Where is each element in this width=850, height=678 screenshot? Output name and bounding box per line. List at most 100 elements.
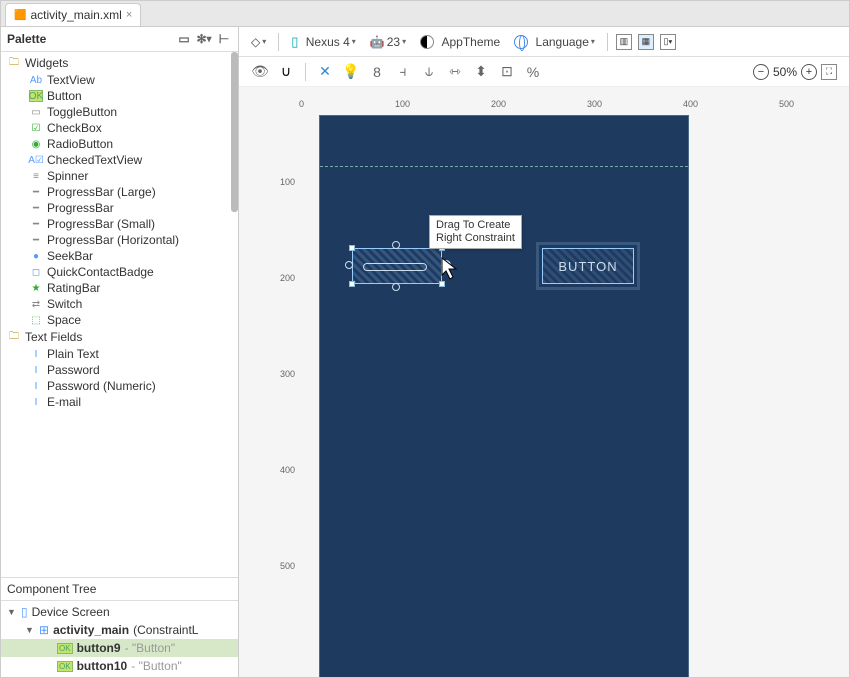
design-surface-button[interactable]: ◇▾	[247, 33, 270, 51]
widget-icon: ━	[29, 234, 43, 246]
language-label: Language	[536, 35, 589, 49]
layout-variant-2-button[interactable]: ▦	[638, 34, 654, 50]
constraint-anchor-left[interactable]	[345, 261, 353, 269]
api-picker[interactable]: 🤖23▾	[366, 33, 410, 51]
device-label: Nexus 4	[306, 35, 350, 49]
ruler-tick: 500	[779, 99, 794, 109]
palette-group[interactable]: 🗀Text Fields	[1, 328, 238, 346]
api-label: 23	[387, 35, 400, 49]
palette-item[interactable]: ━ProgressBar (Small)	[1, 216, 238, 232]
palette-item[interactable]: ⬚Space	[1, 312, 238, 328]
blueprint-surface[interactable]: BUTTON	[319, 115, 689, 677]
device-picker[interactable]: ▯ Nexus 4▾	[287, 32, 360, 52]
resize-handle[interactable]	[349, 245, 355, 251]
palette-item-label: Button	[47, 89, 82, 103]
palette-item[interactable]: AbTextView	[1, 72, 238, 88]
widget-icon: ━	[29, 202, 43, 214]
resize-handle[interactable]	[439, 281, 445, 287]
resize-handle[interactable]	[349, 281, 355, 287]
zoom-fit-button[interactable]: ⛶	[821, 64, 837, 80]
palette-group[interactable]: 🗀Widgets	[1, 54, 238, 72]
guideline-icon[interactable]: ⊡	[498, 63, 516, 81]
palette-item[interactable]: ◉RadioButton	[1, 136, 238, 152]
folder-icon: 🗀	[7, 331, 21, 343]
component-tree-title: Component Tree	[7, 582, 96, 596]
lightbulb-icon[interactable]: 💡	[342, 63, 360, 81]
layout-variant-3-button[interactable]: ▯▾	[660, 34, 676, 50]
ruler-tick: 100	[280, 177, 295, 187]
component-tree-layout[interactable]: ▼ ⊞ activity_main (ConstraintL	[1, 621, 238, 639]
constraint-anchor-bottom[interactable]	[392, 283, 400, 291]
tab-activity-main[interactable]: 🟧 activity_main.xml ×	[5, 3, 141, 26]
expand-h-icon[interactable]: ⇿	[446, 63, 464, 81]
palette-item[interactable]: IPlain Text	[1, 346, 238, 362]
close-icon[interactable]: ×	[126, 9, 132, 21]
button-widget-icon: OK	[57, 661, 73, 672]
palette-item[interactable]: OKButton	[1, 88, 238, 104]
palette-item[interactable]: IPassword (Numeric)	[1, 378, 238, 394]
android-icon: 🤖	[370, 35, 385, 49]
palette-item-label: ProgressBar (Horizontal)	[47, 233, 179, 247]
palette-item[interactable]: IE-mail	[1, 394, 238, 410]
constraint-tooltip: Drag To Create Right Constraint	[429, 215, 522, 249]
palette-item[interactable]: ⇄Switch	[1, 296, 238, 312]
theme-picker[interactable]: AppTheme	[416, 33, 504, 51]
palette-item[interactable]: ━ ProgressBar	[1, 200, 238, 216]
magnet-icon[interactable]: ∪	[277, 63, 295, 81]
palette-item[interactable]: IPassword	[1, 362, 238, 378]
palette-item-label: TextView	[47, 73, 95, 87]
palette-item[interactable]: ▭ToggleButton	[1, 104, 238, 120]
component-tree-item[interactable]: OKbutton9 - "Button"	[1, 639, 238, 657]
default-margin[interactable]: 8	[368, 63, 386, 81]
palette-item[interactable]: ≡Spinner	[1, 168, 238, 184]
widget-icon: ●	[29, 250, 43, 262]
palette-item-label: ProgressBar	[47, 201, 114, 215]
selected-widget-button9[interactable]	[352, 248, 442, 284]
zoom-out-button[interactable]: −	[753, 64, 769, 80]
palette-item[interactable]: ☑CheckBox	[1, 120, 238, 136]
palette-item[interactable]: ━ ProgressBar (Horizontal)	[1, 232, 238, 248]
palette-item[interactable]: ★RatingBar	[1, 280, 238, 296]
component-tree-header: Component Tree	[1, 577, 238, 601]
expand-v-icon[interactable]: ⬍	[472, 63, 490, 81]
component-name: button9	[77, 641, 121, 655]
palette-item-label: QuickContactBadge	[47, 265, 154, 279]
ruler-horizontal: 0100200300400500	[299, 99, 839, 113]
widget-icon: ◻	[29, 266, 43, 278]
percent-icon[interactable]: %	[524, 63, 542, 81]
tab-label: activity_main.xml	[30, 8, 121, 22]
component-tree-item[interactable]: OKbutton10 - "Button"	[1, 657, 238, 675]
widget-icon: ⇄	[29, 298, 43, 310]
language-picker[interactable]: Language▾	[510, 33, 599, 51]
design-toolbar-top: ◇▾ ▯ Nexus 4▾ 🤖23▾ AppTheme Language▾ ▥ …	[239, 27, 849, 57]
ruler-tick: 0	[299, 99, 304, 109]
eye-icon[interactable]: 👁	[251, 63, 269, 81]
chevron-down-icon[interactable]: ▼	[25, 625, 35, 635]
gear-icon[interactable]: ✻▾	[196, 31, 212, 47]
search-icon[interactable]: ⊢	[216, 31, 232, 47]
pack-icon[interactable]: ⫝	[420, 63, 438, 81]
xml-file-icon: 🟧	[14, 10, 26, 21]
palette-group-label: Widgets	[25, 56, 68, 70]
component-tree[interactable]: ▼ ▯ Device Screen ▼ ⊞ activity_main (Con…	[1, 601, 238, 677]
layout-type: (ConstraintL	[133, 623, 198, 637]
palette-item[interactable]: ━ProgressBar (Large)	[1, 184, 238, 200]
component-name: button10	[77, 659, 128, 673]
component-tree-root[interactable]: ▼ ▯ Device Screen	[1, 603, 238, 621]
palette-item[interactable]: ●SeekBar	[1, 248, 238, 264]
palette-item[interactable]: A☑CheckedTextView	[1, 152, 238, 168]
widget-button10[interactable]: BUTTON	[542, 248, 634, 284]
layout-variant-1-button[interactable]: ▥	[616, 34, 632, 50]
palette-view-mode-icon[interactable]: ▭	[176, 31, 192, 47]
palette-tree[interactable]: 🗀WidgetsAbTextViewOKButton▭ToggleButton☑…	[1, 52, 238, 577]
chevron-down-icon[interactable]: ▼	[7, 607, 17, 617]
design-canvas[interactable]: 0100200300400500 100200300400500	[239, 87, 849, 677]
widget-preview-icon	[363, 263, 427, 271]
constraint-anchor-top[interactable]	[392, 241, 400, 249]
align-icon[interactable]: ⫞	[394, 63, 412, 81]
zoom-in-button[interactable]: +	[801, 64, 817, 80]
scrollbar[interactable]	[231, 52, 238, 212]
clear-constraints-icon[interactable]: ✕	[316, 63, 334, 81]
left-panel: Palette ▭ ✻▾ ⊢ 🗀WidgetsAbTextViewOKButto…	[1, 27, 239, 677]
palette-item[interactable]: ◻ QuickContactBadge	[1, 264, 238, 280]
